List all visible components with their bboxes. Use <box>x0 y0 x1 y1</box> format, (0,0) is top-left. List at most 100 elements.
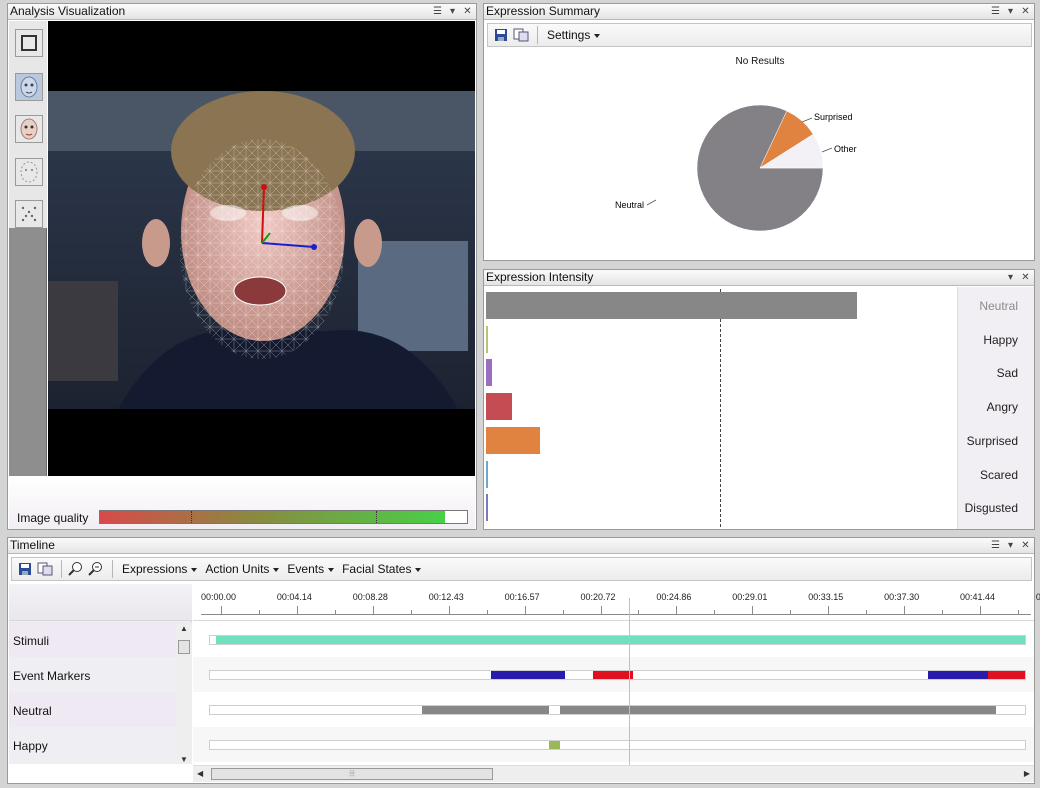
ruler-tick-label: 00:04.14 <box>276 592 312 602</box>
dropdown-icon[interactable]: ▾ <box>1004 5 1017 18</box>
chevron-down-icon <box>594 33 601 38</box>
dropdown-icon[interactable]: ▾ <box>446 5 459 18</box>
happy-segment[interactable] <box>549 741 560 749</box>
scroll-up-icon[interactable]: ▲ <box>176 624 192 633</box>
action-units-menu[interactable]: Action Units <box>201 562 283 576</box>
intensity-chart <box>484 287 956 529</box>
chevron-down-icon <box>273 567 280 572</box>
facial-states-menu[interactable]: Facial States <box>338 562 425 576</box>
zoom-in-icon[interactable] <box>67 560 85 578</box>
scroll-right-icon[interactable]: ▶ <box>1024 769 1030 778</box>
summary-toolbar: Settings <box>487 23 1032 47</box>
row-label: Stimuli <box>13 634 50 648</box>
ruler-tick-label: 00:33.15 <box>808 592 844 602</box>
ruler-tick-label: 00:12.43 <box>428 592 464 602</box>
intensity-label-angry: Angry <box>986 400 1018 415</box>
pie-label-surprised: Surprised <box>814 112 853 122</box>
neutral-segment[interactable] <box>560 706 996 714</box>
chevron-down-icon <box>415 567 422 572</box>
happy-track[interactable] <box>209 740 1026 750</box>
intensity-label-scared: Scared <box>979 467 1018 482</box>
chevron-down-icon <box>328 567 335 572</box>
settings-label: Settings <box>547 28 591 42</box>
ruler-tick-label: 00:24.86 <box>656 592 692 602</box>
stimuli-track[interactable] <box>209 635 1026 645</box>
zoom-out-icon[interactable] <box>87 560 105 578</box>
ruler-tick-label: 00:08.28 <box>352 592 388 602</box>
copy-icon[interactable] <box>512 26 530 44</box>
vertical-scroll-thumb[interactable] <box>178 640 190 654</box>
close-icon[interactable]: ✕ <box>1019 5 1032 18</box>
save-icon[interactable] <box>16 560 34 578</box>
face-mesh-button[interactable] <box>15 73 43 101</box>
dropdown-icon[interactable]: ▾ <box>1004 539 1017 552</box>
intensity-bar-sad <box>486 359 492 387</box>
intensity-label-happy: Happy <box>983 332 1018 347</box>
intensity-bar-neutral <box>486 292 857 319</box>
summary-title: Expression Summary <box>486 4 601 18</box>
neutral-segment[interactable] <box>422 706 549 714</box>
expressions-menu[interactable]: Expressions <box>118 562 201 576</box>
event-marker-red[interactable] <box>593 671 633 679</box>
settings-menu[interactable]: Settings <box>543 28 604 42</box>
intensity-bar-disgusted <box>486 494 488 522</box>
image-quality-area: Image quality <box>9 477 475 529</box>
select-tool-button[interactable] <box>15 29 43 57</box>
event-marker-blue[interactable] <box>491 671 565 679</box>
event-marker-red[interactable] <box>988 671 1025 679</box>
ruler-tick-mark <box>448 606 450 614</box>
toolbar-separator <box>537 26 538 44</box>
scroll-left-icon[interactable]: ◀ <box>197 769 203 778</box>
neutral-track[interactable] <box>209 705 1026 715</box>
row-label: Happy <box>13 739 48 753</box>
window-menu-icon[interactable]: ☰ <box>989 5 1002 18</box>
ruler-tick-label: 00:37.30 <box>884 592 920 602</box>
face-outline-button[interactable] <box>15 158 43 186</box>
close-icon[interactable]: ✕ <box>1019 271 1032 284</box>
face-outline-icon <box>20 161 38 183</box>
dropdown-icon[interactable]: ▾ <box>1004 271 1017 284</box>
analysis-visualization-panel: Analysis Visualization ☰ ▾ ✕ Image quali… <box>7 3 477 530</box>
window-menu-icon[interactable]: ☰ <box>989 539 1002 552</box>
playhead-line[interactable] <box>629 598 630 766</box>
timeline-panel-title: Timeline ☰ ▾ ✕ <box>8 538 1034 554</box>
stimuli-segment[interactable] <box>216 636 1025 644</box>
pie-leader-line <box>646 199 657 206</box>
tool-strip <box>9 21 47 476</box>
image-quality-fill <box>100 511 445 523</box>
ruler <box>193 584 1034 621</box>
timeline-panel: Timeline ☰ ▾ ✕ Expressions Action Units … <box>7 537 1040 784</box>
copy-icon[interactable] <box>36 560 54 578</box>
face-texture-button[interactable] <box>15 115 43 143</box>
vertical-scrollbar[interactable]: ▲ ▼ <box>176 624 192 764</box>
events-menu[interactable]: Events <box>283 562 338 576</box>
video-frame[interactable] <box>48 21 475 476</box>
ruler-tick-mark <box>524 606 526 614</box>
intensity-panel-title: Expression Intensity ▾ ✕ <box>484 270 1034 286</box>
event-marker-blue[interactable] <box>928 671 988 679</box>
intensity-bar-scared <box>486 460 488 488</box>
event-markers-track[interactable] <box>209 670 1026 680</box>
window-menu-icon[interactable]: ☰ <box>431 5 444 18</box>
ruler-tick-mark <box>221 606 222 614</box>
timeline-title: Timeline <box>10 538 55 552</box>
close-icon[interactable]: ✕ <box>461 5 474 18</box>
landmarks-button[interactable] <box>15 200 43 228</box>
ruler-tick-mark <box>600 606 602 614</box>
toolbar-separator <box>61 560 62 578</box>
pie-label-other: Other <box>834 144 857 154</box>
intensity-bar-angry <box>486 393 512 421</box>
ruler-tick-mark <box>676 606 678 614</box>
ruler-tick-label: 00:16.57 <box>504 592 540 602</box>
landmarks-icon <box>21 206 37 222</box>
ruler-tick-label: 00:00.00 <box>201 592 237 602</box>
close-icon[interactable]: ✕ <box>1019 539 1032 552</box>
chevron-down-icon <box>191 567 198 572</box>
ruler-tick-mark <box>904 606 906 614</box>
pie-label-neutral: Neutral <box>615 200 644 210</box>
horizontal-scroll-thumb[interactable]: ⦙⦙⦙ <box>211 768 493 780</box>
save-icon[interactable] <box>492 26 510 44</box>
analysis-title: Analysis Visualization <box>10 4 126 18</box>
scroll-down-icon[interactable]: ▼ <box>176 755 192 764</box>
horizontal-scrollbar[interactable]: ◀ ⦙⦙⦙ ▶ <box>193 765 1034 782</box>
